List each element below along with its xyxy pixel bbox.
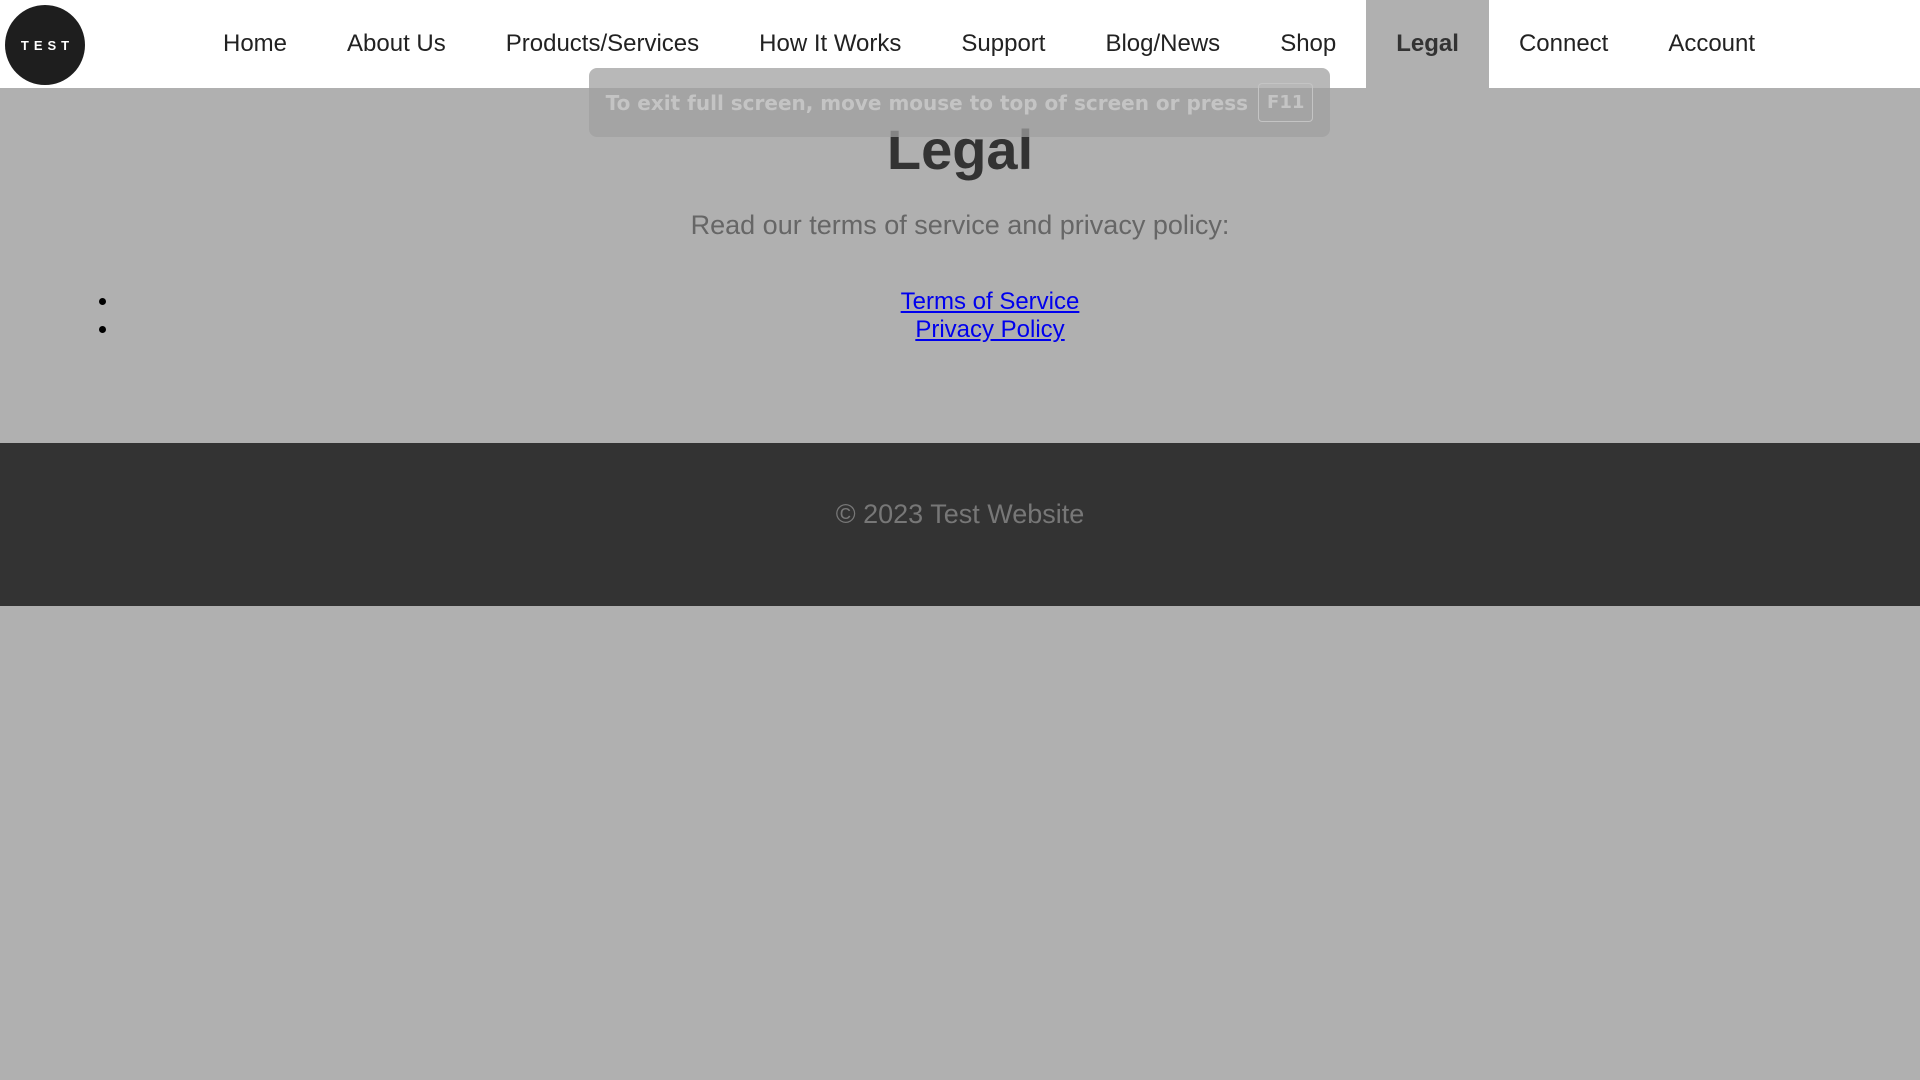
- fullscreen-exit-notice: To exit full screen, move mouse to top o…: [589, 68, 1330, 137]
- nav-item-home[interactable]: Home: [193, 0, 317, 88]
- legal-links-list: Terms of Service Privacy Policy: [120, 288, 1860, 344]
- nav-item-about-us[interactable]: About Us: [317, 0, 476, 88]
- main-content: Legal Read our terms of service and priv…: [0, 88, 1920, 443]
- list-item: Privacy Policy: [120, 316, 1860, 344]
- nav-item-connect[interactable]: Connect: [1489, 0, 1638, 88]
- fullscreen-notice-text: To exit full screen, move mouse to top o…: [605, 90, 1249, 115]
- copyright-text: © 2023 Test Website: [835, 499, 1085, 529]
- page-intro: Read our terms of service and privacy po…: [690, 210, 1230, 240]
- privacy-policy-link[interactable]: Privacy Policy: [915, 316, 1064, 343]
- terms-of-service-link[interactable]: Terms of Service: [901, 288, 1080, 315]
- nav-item-account[interactable]: Account: [1638, 0, 1785, 88]
- nav-item-legal[interactable]: Legal: [1366, 0, 1489, 88]
- list-item: Terms of Service: [120, 288, 1860, 316]
- site-logo[interactable]: TEST: [5, 5, 85, 85]
- f11-key-badge: F11: [1258, 83, 1314, 122]
- site-footer: © 2023 Test Website: [0, 443, 1920, 606]
